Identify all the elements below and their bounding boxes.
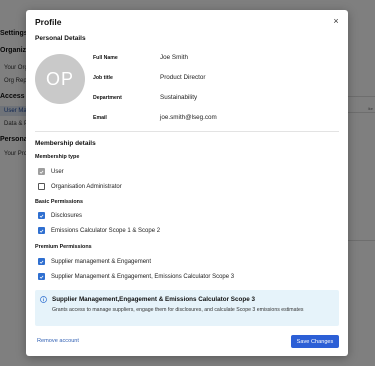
department-label: Department <box>93 95 122 101</box>
modal-title: Profile <box>35 17 62 27</box>
checkbox-label: User <box>51 168 64 175</box>
job-title-label: Job title <box>93 75 113 81</box>
membership-option-org-admin[interactable]: Organisation Administrator <box>38 183 122 190</box>
info-box: Supplier Management,Engagement & Emissio… <box>35 290 339 326</box>
permission-supplier-management-scope-3[interactable]: Supplier Management & Engagement, Emissi… <box>38 273 234 280</box>
checkbox-checked[interactable] <box>38 227 45 234</box>
info-icon <box>40 296 47 303</box>
checkbox-checked-disabled[interactable] <box>38 168 45 175</box>
full-name-value: Joe Smith <box>160 54 188 61</box>
info-description: Grants access to manage suppliers, engag… <box>52 307 304 313</box>
save-changes-button[interactable]: Save Changes <box>291 335 339 348</box>
section-divider <box>35 131 339 132</box>
checkbox-label: Emissions Calculator Scope 1 & Scope 2 <box>51 227 161 234</box>
permission-disclosures[interactable]: Disclosures <box>38 212 82 219</box>
checkbox-checked[interactable] <box>38 258 45 265</box>
permission-supplier-management[interactable]: Supplier management & Engagement <box>38 258 151 265</box>
avatar: OP <box>35 54 85 104</box>
checkbox-label: Disclosures <box>51 212 83 219</box>
checkbox-checked[interactable] <box>38 273 45 280</box>
checkbox-checked[interactable] <box>38 212 45 219</box>
department-value: Sustainability <box>160 94 198 101</box>
membership-option-user[interactable]: User <box>38 168 64 175</box>
membership-details-title: Membership details <box>35 140 96 147</box>
personal-details-title: Personal Details <box>35 35 86 42</box>
email-label: Email <box>93 115 107 121</box>
info-title: Supplier Management,Engagement & Emissio… <box>52 296 255 303</box>
checkbox-unchecked[interactable] <box>38 183 45 190</box>
membership-type-title: Membership type <box>35 154 80 160</box>
full-name-label: Full Name <box>93 55 118 61</box>
checkbox-label: Organisation Administrator <box>51 183 122 190</box>
email-value: joe.smith@lseg.com <box>160 114 217 121</box>
job-title-value: Product Director <box>160 74 206 81</box>
close-icon[interactable]: × <box>331 16 341 26</box>
premium-permissions-title: Premium Permissions <box>35 244 92 250</box>
profile-modal: Profile × Personal Details OP Full Name … <box>26 10 348 356</box>
remove-account-link[interactable]: Remove account <box>37 338 79 344</box>
basic-permissions-title: Basic Permissions <box>35 199 83 205</box>
checkbox-label: Supplier management & Engagement <box>51 258 152 265</box>
checkbox-label: Supplier Management & Engagement, Emissi… <box>51 273 235 280</box>
permission-emissions-scope-1-2[interactable]: Emissions Calculator Scope 1 & Scope 2 <box>38 227 160 234</box>
